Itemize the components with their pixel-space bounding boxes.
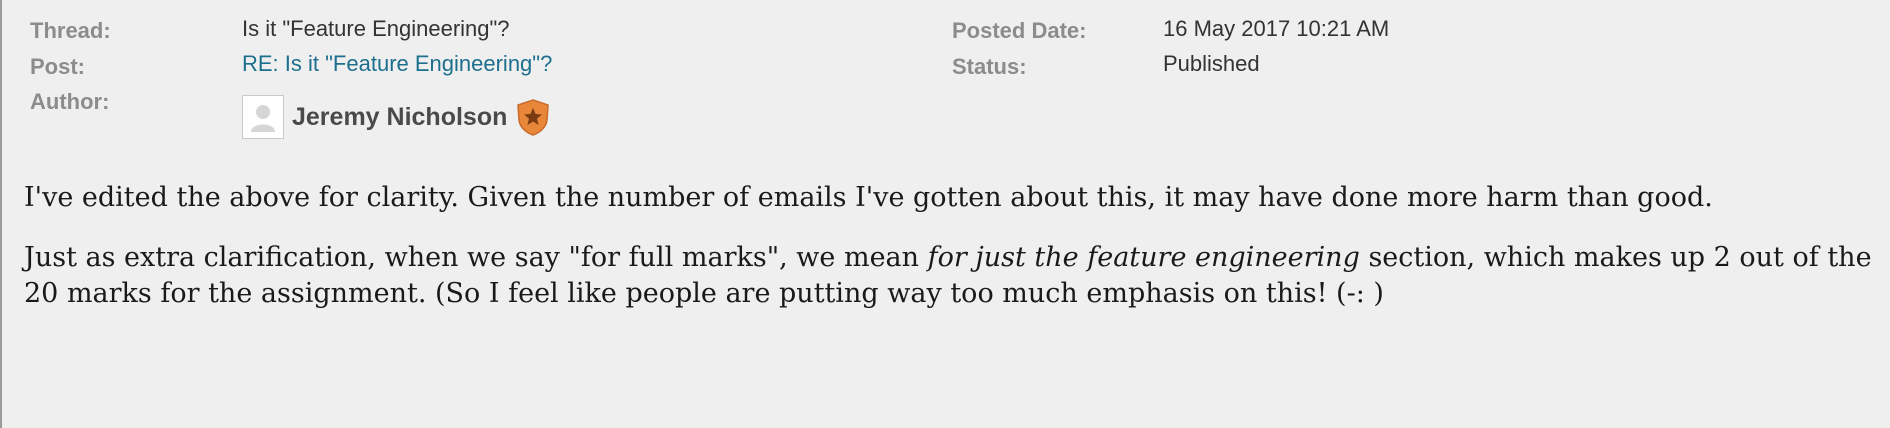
posted-date-label: Posted Date: <box>952 18 1087 43</box>
post-label: Post: <box>30 54 85 79</box>
post-panel: Thread: Is it "Feature Engineering"? Pos… <box>0 0 1890 428</box>
post-text-segment: Just as extra clarification, when we say… <box>24 242 928 273</box>
post-link[interactable]: RE: Is it "Feature Engineering"? <box>242 51 552 77</box>
author-name[interactable]: Jeremy Nicholson <box>292 103 507 132</box>
user-silhouette-icon[interactable] <box>242 95 284 139</box>
thread-label: Thread: <box>30 18 111 43</box>
post-body: I've edited the above for clarity. Given… <box>24 180 1874 336</box>
post-paragraph-2: Just as extra clarification, when we say… <box>24 240 1874 312</box>
status-value: Published <box>1163 51 1260 76</box>
status-label: Status: <box>952 54 1027 79</box>
post-paragraph-1: I've edited the above for clarity. Given… <box>24 182 1713 213</box>
author-info: Jeremy Nicholson <box>242 94 551 140</box>
post-emphasis: for just the feature engineering <box>927 242 1360 273</box>
posted-date-value: 16 May 2017 10:21 AM <box>1163 16 1390 41</box>
author-label: Author: <box>30 89 110 114</box>
thread-title: Is it "Feature Engineering"? <box>242 16 510 41</box>
star-shield-badge-icon <box>517 99 550 136</box>
